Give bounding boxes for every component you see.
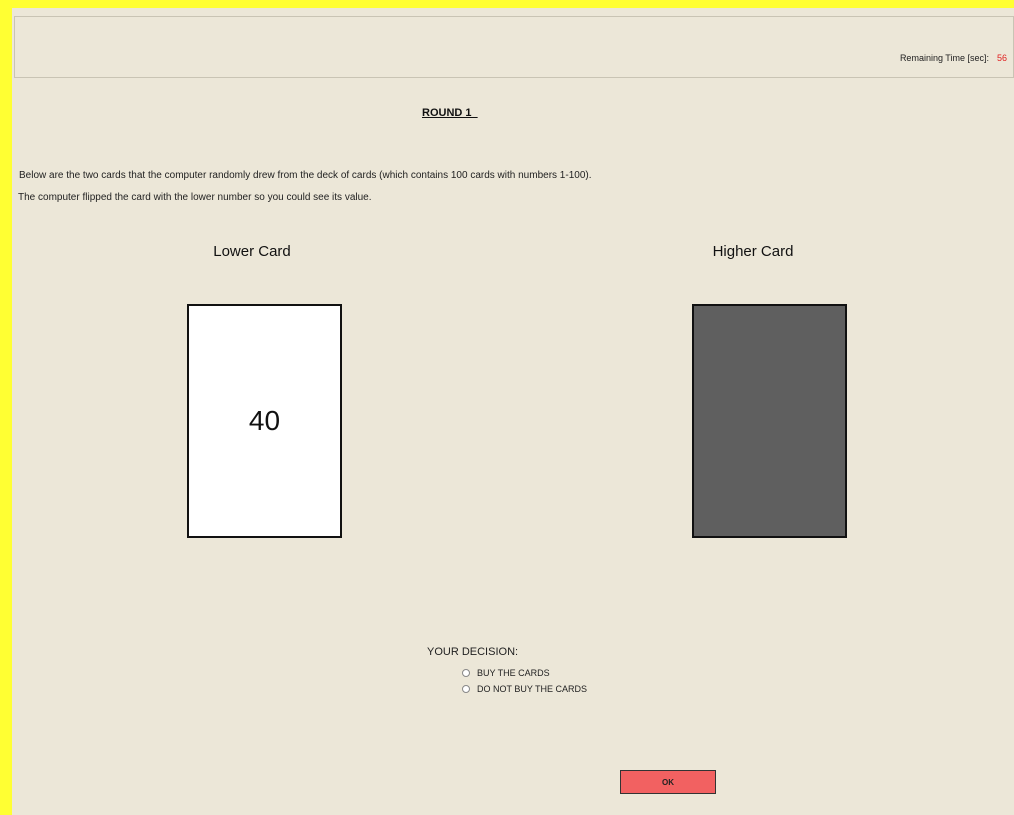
- remaining-time: Remaining Time [sec]: 56: [900, 53, 1007, 63]
- radio-do-not-buy[interactable]: [462, 685, 470, 693]
- higher-card-title: Higher Card: [712, 243, 794, 260]
- timer-label: Remaining Time [sec]:: [899, 53, 989, 63]
- radio-buy[interactable]: [462, 669, 470, 677]
- option-do-not-buy[interactable]: DO NOT BUY THE CARDS: [462, 684, 587, 694]
- decision-label: YOUR DECISION:: [427, 646, 519, 658]
- round-title: ROUND 1: [422, 107, 478, 119]
- ok-button[interactable]: OK: [620, 770, 716, 794]
- header-bar: Remaining Time [sec]: 56: [14, 16, 1014, 78]
- lower-card-value: 40: [248, 405, 281, 436]
- higher-card-facedown: [692, 304, 847, 538]
- timer-value: 56: [996, 53, 1007, 63]
- option-buy-label: BUY THE CARDS: [477, 668, 550, 678]
- option-do-not-buy-label: DO NOT BUY THE CARDS: [477, 684, 588, 694]
- instruction-line-1: Below are the two cards that the compute…: [19, 170, 592, 181]
- instruction-line-2: The computer flipped the card with the l…: [18, 192, 372, 203]
- option-buy[interactable]: BUY THE CARDS: [462, 668, 550, 678]
- lower-card-title: Lower Card: [213, 243, 291, 260]
- app-window: Remaining Time [sec]: 56 ROUND 1 Below ar…: [12, 8, 1014, 815]
- lower-card: 40: [187, 304, 342, 538]
